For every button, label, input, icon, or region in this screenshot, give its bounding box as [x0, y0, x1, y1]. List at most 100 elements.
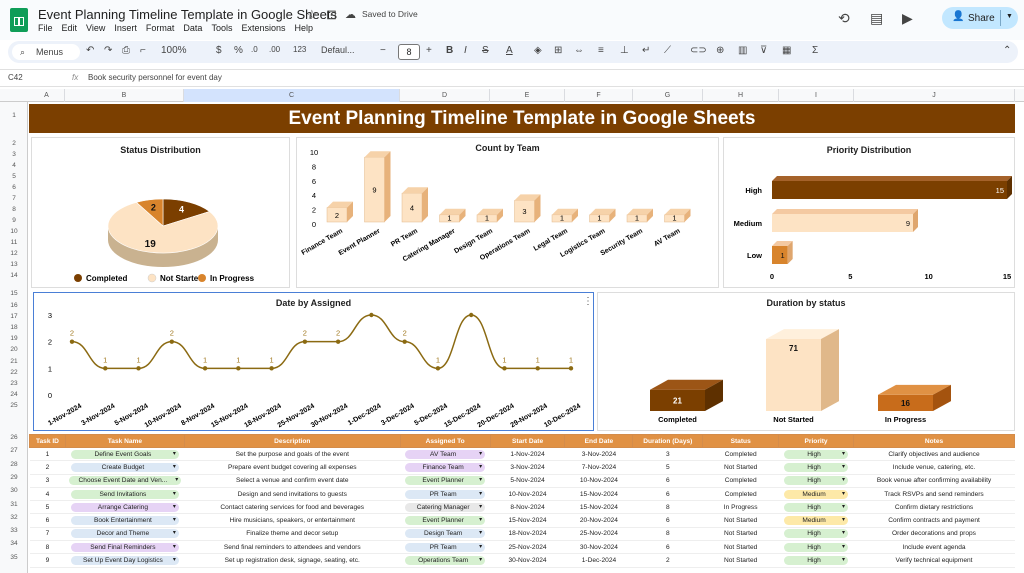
- meet-icon[interactable]: ▶: [902, 10, 913, 27]
- increase-decimal-button[interactable]: .00: [269, 45, 280, 54]
- row-header[interactable]: 27: [0, 447, 28, 454]
- paint-format-icon[interactable]: ⌐: [140, 45, 146, 56]
- row-header[interactable]: 23: [0, 380, 28, 387]
- row-header[interactable]: 1: [0, 112, 28, 119]
- comment-icon[interactable]: ▤: [870, 10, 883, 27]
- row-header[interactable]: 16: [0, 302, 28, 309]
- priority-chip[interactable]: Medium: [784, 516, 849, 526]
- name-box[interactable]: C42: [8, 73, 23, 82]
- col-header-b[interactable]: B: [65, 89, 184, 102]
- decrease-decimal-button[interactable]: .0: [251, 45, 258, 54]
- task-name-chip[interactable]: Set Up Event Day Logistics: [70, 556, 179, 566]
- assigned-to-chip[interactable]: AV Team: [405, 449, 486, 459]
- table-header[interactable]: Priority: [778, 434, 855, 448]
- task-name-chip[interactable]: Create Budget: [70, 462, 179, 472]
- row-header[interactable]: 12: [0, 250, 28, 257]
- row-header[interactable]: 20: [0, 346, 28, 353]
- date-by-assigned-chart[interactable]: Date by Assigned ⋮ 3 2 1 0 2 1-Nov-2024 1 3-Nov…: [33, 292, 594, 431]
- wrap-icon[interactable]: ↵: [642, 45, 650, 56]
- fill-color-icon[interactable]: ◈: [534, 45, 542, 56]
- rotate-icon[interactable]: ⟋: [664, 45, 671, 56]
- row-header[interactable]: 14: [0, 272, 28, 279]
- row-header[interactable]: 13: [0, 261, 28, 268]
- table-header[interactable]: Task ID: [29, 434, 66, 448]
- row-header[interactable]: 5: [0, 173, 28, 180]
- table-header[interactable]: Assigned To: [399, 434, 491, 448]
- menu-file[interactable]: File: [38, 23, 53, 33]
- row-header[interactable]: 9: [0, 217, 28, 224]
- duration-by-status-chart[interactable]: Duration by status 21 Completed 71 Not Star…: [597, 292, 1015, 431]
- row-header[interactable]: 19: [0, 335, 28, 342]
- row-header[interactable]: 8: [0, 206, 28, 213]
- currency-button[interactable]: $: [216, 45, 222, 56]
- table-header[interactable]: End Date: [564, 434, 634, 448]
- assigned-to-chip[interactable]: Event Planner: [405, 516, 486, 526]
- row-header[interactable]: 30: [0, 487, 28, 494]
- assigned-to-chip[interactable]: PR Team: [405, 542, 486, 552]
- priority-chip[interactable]: High: [784, 476, 849, 486]
- row-header[interactable]: 2: [0, 140, 28, 147]
- row-header[interactable]: 10: [0, 228, 28, 235]
- row-header[interactable]: 11: [0, 239, 28, 246]
- undo-icon[interactable]: ↶: [86, 45, 94, 56]
- row-header[interactable]: 26: [0, 434, 28, 441]
- table-header[interactable]: Description: [183, 434, 401, 448]
- star-icon[interactable]: ☆: [306, 7, 318, 23]
- increase-font-icon[interactable]: +: [426, 45, 432, 56]
- priority-distribution-chart[interactable]: Priority Distribution High 15 Medium 9 Low 1 0…: [723, 137, 1015, 288]
- col-header-d[interactable]: D: [400, 89, 490, 102]
- text-color-icon[interactable]: A: [506, 45, 513, 56]
- percent-button[interactable]: %: [234, 45, 243, 56]
- row-header[interactable]: 17: [0, 313, 28, 320]
- menu-insert[interactable]: Insert: [114, 23, 137, 33]
- assigned-to-chip[interactable]: Operations Team: [405, 556, 486, 566]
- assigned-to-chip[interactable]: PR Team: [405, 489, 486, 499]
- task-name-chip[interactable]: Send Final Reminders: [70, 542, 179, 552]
- row-header[interactable]: 18: [0, 324, 28, 331]
- assigned-to-chip[interactable]: Catering Manager: [405, 502, 486, 512]
- count-by-team-chart[interactable]: Count by Team 10 8 6 4 2 0 2 Finance Team 9 Event…: [296, 137, 719, 288]
- redo-icon[interactable]: ↷: [104, 45, 112, 56]
- collapse-toolbar-icon[interactable]: ⌃: [1003, 45, 1011, 56]
- valign-icon[interactable]: ⊥: [620, 45, 629, 56]
- col-header-c[interactable]: C: [184, 89, 400, 102]
- decrease-font-icon[interactable]: −: [380, 45, 386, 56]
- task-name-chip[interactable]: Send Invitations: [70, 489, 179, 499]
- row-header[interactable]: 29: [0, 474, 28, 481]
- number-format-button[interactable]: 123: [293, 45, 306, 54]
- history-icon[interactable]: ⟲: [838, 10, 850, 27]
- task-name-chip[interactable]: Decor and Theme: [70, 529, 179, 539]
- assigned-to-chip[interactable]: Event Planner: [405, 476, 486, 486]
- priority-chip[interactable]: High: [784, 502, 849, 512]
- col-header-g[interactable]: G: [633, 89, 703, 102]
- table-header[interactable]: Status: [702, 434, 780, 448]
- row-header[interactable]: 28: [0, 461, 28, 468]
- menu-format[interactable]: Format: [146, 23, 175, 33]
- borders-icon[interactable]: ⊞: [554, 45, 562, 56]
- row-header[interactable]: 32: [0, 514, 28, 521]
- col-header-j[interactable]: J: [854, 89, 1015, 102]
- row-header[interactable]: 33: [0, 527, 28, 534]
- status-distribution-chart[interactable]: Status Distribution 4 19 2 Completed Not S…: [31, 137, 290, 288]
- insert-comment-icon[interactable]: ⊕: [716, 45, 724, 56]
- font-size-input[interactable]: 8: [398, 44, 420, 60]
- col-header-a[interactable]: A: [29, 89, 65, 102]
- task-name-chip[interactable]: Book Entertainment: [70, 516, 179, 526]
- col-header-e[interactable]: E: [490, 89, 565, 102]
- assigned-to-chip[interactable]: Design Team: [405, 529, 486, 539]
- priority-chip[interactable]: High: [784, 529, 849, 539]
- assigned-to-chip[interactable]: Finance Team: [405, 462, 486, 472]
- task-name-chip[interactable]: Define Event Goals: [70, 449, 179, 459]
- sheets-logo-icon[interactable]: [10, 8, 28, 32]
- row-header[interactable]: 21: [0, 358, 28, 365]
- align-icon[interactable]: ≡: [598, 45, 604, 56]
- bold-icon[interactable]: B: [446, 45, 453, 56]
- italic-icon[interactable]: I: [464, 45, 467, 56]
- row-header[interactable]: 25: [0, 402, 28, 409]
- strikethrough-icon[interactable]: S: [482, 45, 489, 56]
- filter-views-icon[interactable]: ▦: [782, 45, 791, 56]
- task-name-chip[interactable]: Arrange Catering: [70, 502, 179, 512]
- priority-chip[interactable]: High: [784, 462, 849, 472]
- filter-icon[interactable]: ⊽: [760, 45, 767, 56]
- col-header-f[interactable]: F: [565, 89, 633, 102]
